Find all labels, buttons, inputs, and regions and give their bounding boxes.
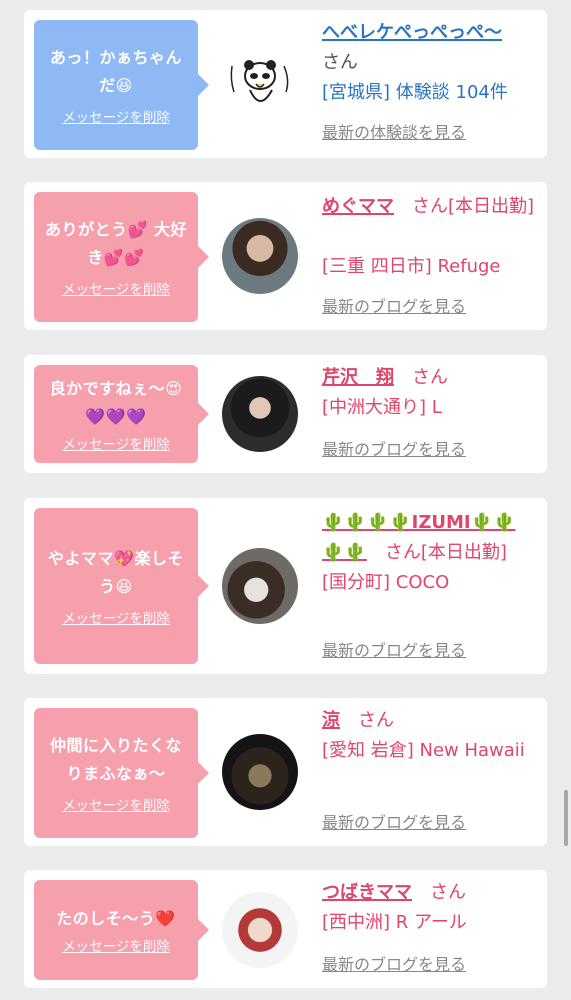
user-info: 芹沢 翔 さん [中洲大通り] L [322,363,536,423]
message-bubble: 良かですねぇ〜😍💜💜💜 メッセージを削除 [34,365,209,463]
message-card: ありがとう💕 大好き💕💕 メッセージを削除 めぐママ さん[本日出勤] [三重 … [24,182,547,330]
user-name-link[interactable]: めぐママ [322,196,394,217]
honorific-status: さん[本日出勤] [384,542,507,563]
message-text: やよママ💖楽しそう😆 [48,549,184,596]
avatar[interactable] [222,892,298,968]
user-info: めぐママ さん[本日出勤] [三重 四日市] Refuge [322,192,536,282]
user-location: [宮城県] 体験談 104件 [322,82,508,103]
avatar[interactable] [222,218,298,294]
message-card: あっ！かぁちゃんだ😆 メッセージを削除 へべレケぺっぺっぺ〜 さん [宮城県] … [24,10,547,158]
message-text: たのしそ〜う❤️ [56,909,176,928]
view-latest-link[interactable]: 最新のブログを見る [322,640,466,662]
scrollbar[interactable] [564,790,568,846]
avatar-panda-illustration[interactable] [222,46,298,122]
message-bubble: たのしそ〜う❤️ メッセージを削除 [34,880,209,980]
message-text: あっ！かぁちゃんだ😆 [49,48,182,95]
avatar[interactable] [222,734,298,810]
delete-message-link[interactable]: メッセージを削除 [62,278,170,298]
view-latest-link[interactable]: 最新のブログを見る [322,296,466,318]
delete-message-link[interactable]: メッセージを削除 [62,794,170,814]
user-info: 🌵🌵🌵🌵IZUMI🌵🌵🌵🌵 さん[本日出勤] [国分町] COCO [322,508,536,598]
user-name-link[interactable]: 涼 [322,710,340,731]
user-name-link[interactable]: 芹沢 翔 [322,367,394,388]
message-card: 良かですねぇ〜😍💜💜💜 メッセージを削除 芹沢 翔 さん [中洲大通り] L 最… [24,355,547,473]
honorific: さん [322,52,358,73]
honorific: さん [430,882,466,903]
delete-message-link[interactable]: メッセージを削除 [62,433,170,453]
message-card: やよママ💖楽しそう😆 メッセージを削除 🌵🌵🌵🌵IZUMI🌵🌵🌵🌵 さん[本日出… [24,498,547,674]
message-text: ありがとう💕 大好き💕💕 [45,220,187,267]
user-location: [中洲大通り] L [322,397,442,418]
view-latest-link[interactable]: 最新のブログを見る [322,954,466,976]
message-bubble: 仲間に入りたくなりまふなぁ〜 メッセージを削除 [34,708,209,838]
user-info: 涼 さん [愛知 岩倉] New Hawaii [322,706,536,766]
view-latest-link[interactable]: 最新のブログを見る [322,812,466,834]
avatar[interactable] [222,548,298,624]
honorific-status: さん[本日出勤] [412,196,535,217]
message-bubble: ありがとう💕 大好き💕💕 メッセージを削除 [34,192,209,322]
delete-message-link[interactable]: メッセージを削除 [62,106,170,126]
avatar[interactable] [222,376,298,452]
user-info: へべレケぺっぺっぺ〜 さん [宮城県] 体験談 104件 [322,18,536,108]
message-text: 良かですねぇ〜😍💜💜💜 [49,379,183,426]
delete-message-link[interactable]: メッセージを削除 [62,607,170,627]
user-name-link[interactable]: へべレケぺっぺっぺ〜 [322,22,502,43]
view-latest-link[interactable]: 最新の体験談を見る [322,122,466,144]
user-info: つばきママ さん [西中洲] R アール [322,878,536,938]
message-text: 仲間に入りたくなりまふなぁ〜 [49,736,182,783]
honorific: さん [412,367,448,388]
user-location: [国分町] COCO [322,572,450,593]
message-bubble: あっ！かぁちゃんだ😆 メッセージを削除 [34,20,209,150]
view-latest-link[interactable]: 最新のブログを見る [322,439,466,461]
user-location: [三重 四日市] Refuge [322,256,501,277]
message-card: たのしそ〜う❤️ メッセージを削除 つばきママ さん [西中洲] R アール 最… [24,870,547,988]
honorific: さん [358,710,394,731]
message-bubble: やよママ💖楽しそう😆 メッセージを削除 [34,508,209,664]
message-card: 仲間に入りたくなりまふなぁ〜 メッセージを削除 涼 さん [愛知 岩倉] New… [24,698,547,846]
delete-message-link[interactable]: メッセージを削除 [62,935,170,955]
user-location: [愛知 岩倉] New Hawaii [322,740,525,761]
user-location: [西中洲] R アール [322,912,467,933]
user-name-link[interactable]: つばきママ [322,882,412,903]
